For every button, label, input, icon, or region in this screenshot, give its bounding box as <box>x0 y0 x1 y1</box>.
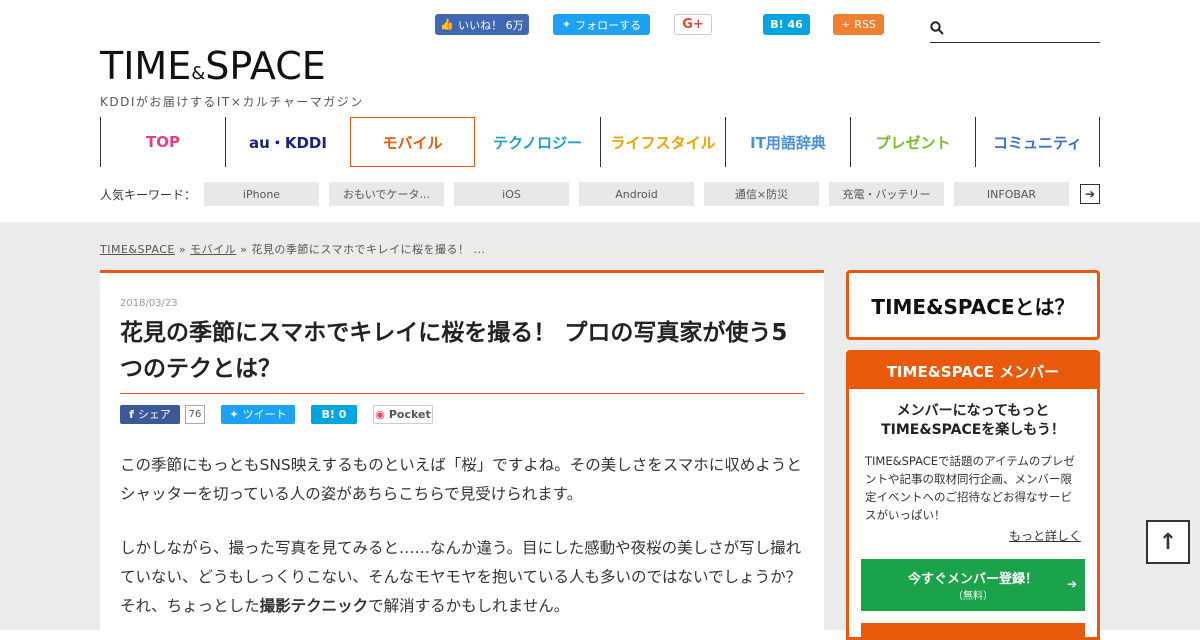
article-title: 花見の季節にスマホでキレイに桜を撮る！ プロの写真家が使う5つのテクとは？ <box>120 315 804 394</box>
pocket-icon: ◉ <box>375 407 385 421</box>
rss-icon: ∻ <box>841 18 851 31</box>
keyword-tag[interactable]: おもいでケータ... <box>329 182 444 206</box>
nav-item-community[interactable]: コミュニティ <box>975 117 1100 167</box>
hatena-share-button[interactable]: B! 0 <box>311 404 357 424</box>
nav-item-lifestyle[interactable]: ライフスタイル <box>600 117 725 167</box>
article-paragraph: しかしながら、撮った写真を見てみると……なんか違う。目にした感動や夜桜の美しさが… <box>120 539 802 615</box>
share-count: 76 <box>185 404 205 424</box>
keyword-tag[interactable]: iOS <box>454 182 569 206</box>
share-bar: f シェア 76 ✦ ツイート B! 0 ◉ Pocket <box>120 404 804 424</box>
keywords-label: 人気キーワード： <box>100 187 197 202</box>
article: 2018/03/23 花見の季節にスマホでキレイに桜を撮る！ プロの写真家が使う… <box>100 270 824 630</box>
facebook-like-button[interactable]: 👍 いいね！ 6万 <box>435 14 529 35</box>
nav-item-au-kddi[interactable]: au・KDDI <box>225 117 350 167</box>
keyword-tag[interactable]: INFOBAR <box>954 182 1069 206</box>
facebook-icon: f <box>129 407 134 421</box>
breadcrumb-home[interactable]: TIME&SPACE <box>100 243 175 256</box>
nav-item-present[interactable]: プレゼント <box>850 117 975 167</box>
nav-item-it-dictionary[interactable]: IT用語辞典 <box>725 117 850 167</box>
twitter-bird-icon: ✦ <box>229 407 239 421</box>
about-banner[interactable]: TIME&SPACEとは？ <box>846 270 1100 340</box>
googleplus-button[interactable]: G+ <box>674 14 712 35</box>
main-nav: TOP au・KDDI モバイル テクノロジー ライフスタイル IT用語辞典 プ… <box>100 117 1100 167</box>
nav-item-technology[interactable]: テクノロジー <box>475 117 600 167</box>
breadcrumb-category[interactable]: モバイル <box>190 243 236 256</box>
arrow-right-icon[interactable]: ➔ <box>1080 184 1100 204</box>
arrow-right-icon: ➔ <box>1066 577 1077 591</box>
nav-item-mobile[interactable]: モバイル <box>350 117 475 167</box>
member-more-link[interactable]: もっと詳しく <box>849 527 1097 544</box>
article-paragraph: この季節にもっともSNS映えするものといえば「桜」ですよね。その美しさをスマホに… <box>120 456 802 503</box>
arrow-up-icon: ↑ <box>1158 529 1178 555</box>
twitter-bird-icon: ✦ <box>561 18 572 31</box>
keyword-tag[interactable]: Android <box>579 182 694 206</box>
keyword-tag[interactable]: 充電・バッテリー <box>829 182 944 206</box>
keyword-tag[interactable]: iPhone <box>204 182 319 206</box>
search-input[interactable] <box>952 18 1098 40</box>
search-box <box>930 16 1100 43</box>
login-button[interactable] <box>861 623 1085 637</box>
member-box-description: TIME&SPACEで話題のアイテムのプレゼントや記事の取材同行企画、メンバー限… <box>865 454 1075 522</box>
rss-button[interactable]: ∻ RSS <box>833 14 884 35</box>
site-tagline: KDDIがお届けするIT×カルチャーマガジン <box>100 95 364 109</box>
site-logo[interactable]: TIME&SPACE KDDIがお届けするIT×カルチャーマガジン <box>100 44 364 110</box>
back-to-top-button[interactable]: ↑ <box>1146 520 1190 564</box>
member-box-title: メンバーになってもっと TIME&SPACEを楽しもう！ <box>881 403 1065 438</box>
breadcrumb: TIME&SPACE » モバイル » 花見の季節にスマホでキレイに桜を撮る！ … <box>100 243 486 256</box>
nav-item-top[interactable]: TOP <box>100 117 225 167</box>
twitter-follow-button[interactable]: ✦ フォローする <box>553 14 650 35</box>
popular-keywords: 人気キーワード： iPhone おもいでケータ... iOS Android 通… <box>100 182 1100 206</box>
pocket-button[interactable]: ◉ Pocket <box>373 404 433 424</box>
article-body: この季節にもっともSNS映えするものといえば「桜」ですよね。その美しさをスマホに… <box>120 451 804 621</box>
breadcrumb-current: 花見の季節にスマホでキレイに桜を撮る！ ... <box>251 243 486 256</box>
register-button[interactable]: 今すぐメンバー登録！ （無料） ➔ <box>861 559 1085 611</box>
site-header: 👍 いいね！ 6万 ✦ フォローする G+ B! 46 ∻ RSS TIME&SPAC… <box>0 0 1200 222</box>
member-box: TIME&SPACE メンバー メンバーになってもっと TIME&SPACEを楽… <box>846 350 1100 640</box>
search-icon[interactable] <box>930 20 944 39</box>
tweet-button[interactable]: ✦ ツイート <box>221 404 295 424</box>
keyword-tag[interactable]: 通信×防災 <box>704 182 819 206</box>
article-date: 2018/03/23 <box>120 298 178 309</box>
hatena-bookmark-button[interactable]: B! 46 <box>763 14 810 35</box>
member-box-header: TIME&SPACE メンバー <box>849 353 1097 389</box>
facebook-share-button[interactable]: f シェア <box>120 404 180 424</box>
thumbs-up-icon: 👍 <box>440 18 455 31</box>
